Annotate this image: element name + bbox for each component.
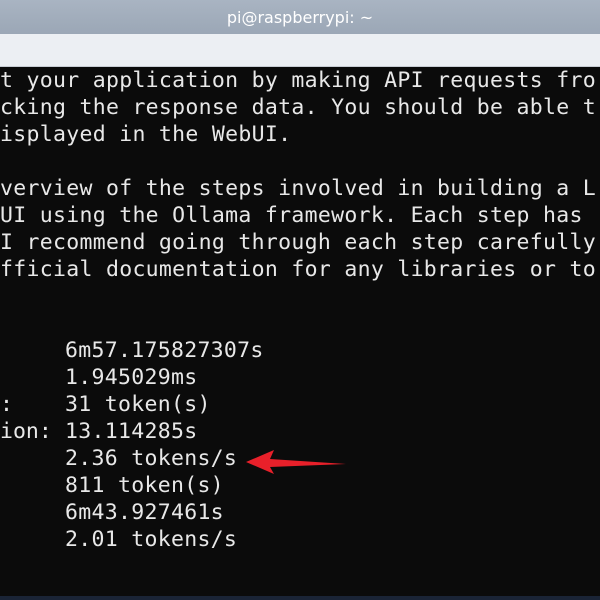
stat-eval-count: 811 token(s)	[65, 473, 224, 498]
terminal-line: cking the response data. You should be a…	[0, 95, 596, 120]
stat-prompt-eval-count: 31 token(s)	[65, 392, 211, 417]
terminal-line: verview of the steps involved in buildin…	[0, 176, 596, 201]
terminal-line: t your application by making API request…	[0, 68, 596, 93]
stat-total-duration: 6m57.175827307s	[65, 338, 264, 363]
stat-prompt-eval-rate: 2.36 tokens/s	[65, 446, 238, 471]
stat-label: ion:	[0, 419, 52, 444]
window-bottom-edge	[0, 596, 600, 600]
window-title: pi@raspberrypi: ~	[226, 7, 374, 27]
terminal-line: UI using the Ollama framework. Each step…	[0, 203, 596, 228]
stat-load-duration: 1.945029ms	[65, 365, 198, 390]
stat-eval-rate: 2.01 tokens/s	[65, 527, 238, 552]
terminal-output[interactable]: t your application by making API request…	[0, 67, 600, 600]
terminal-toolbar-strip	[0, 34, 600, 67]
left-arrow-icon	[246, 450, 346, 474]
stat-eval-duration: 6m43.927461s	[65, 500, 224, 525]
terminal-line: I recommend going through each step care…	[0, 230, 596, 255]
terminal-line: isplayed in the WebUI.	[0, 122, 292, 147]
window-titlebar[interactable]: pi@raspberrypi: ~	[0, 0, 600, 34]
terminal-window: pi@raspberrypi: ~ t your application by …	[0, 0, 600, 600]
terminal-line: fficial documentation for any libraries …	[0, 257, 596, 282]
stat-prompt-eval-duration: 13.114285s	[65, 419, 198, 444]
stat-label: :	[0, 392, 13, 417]
